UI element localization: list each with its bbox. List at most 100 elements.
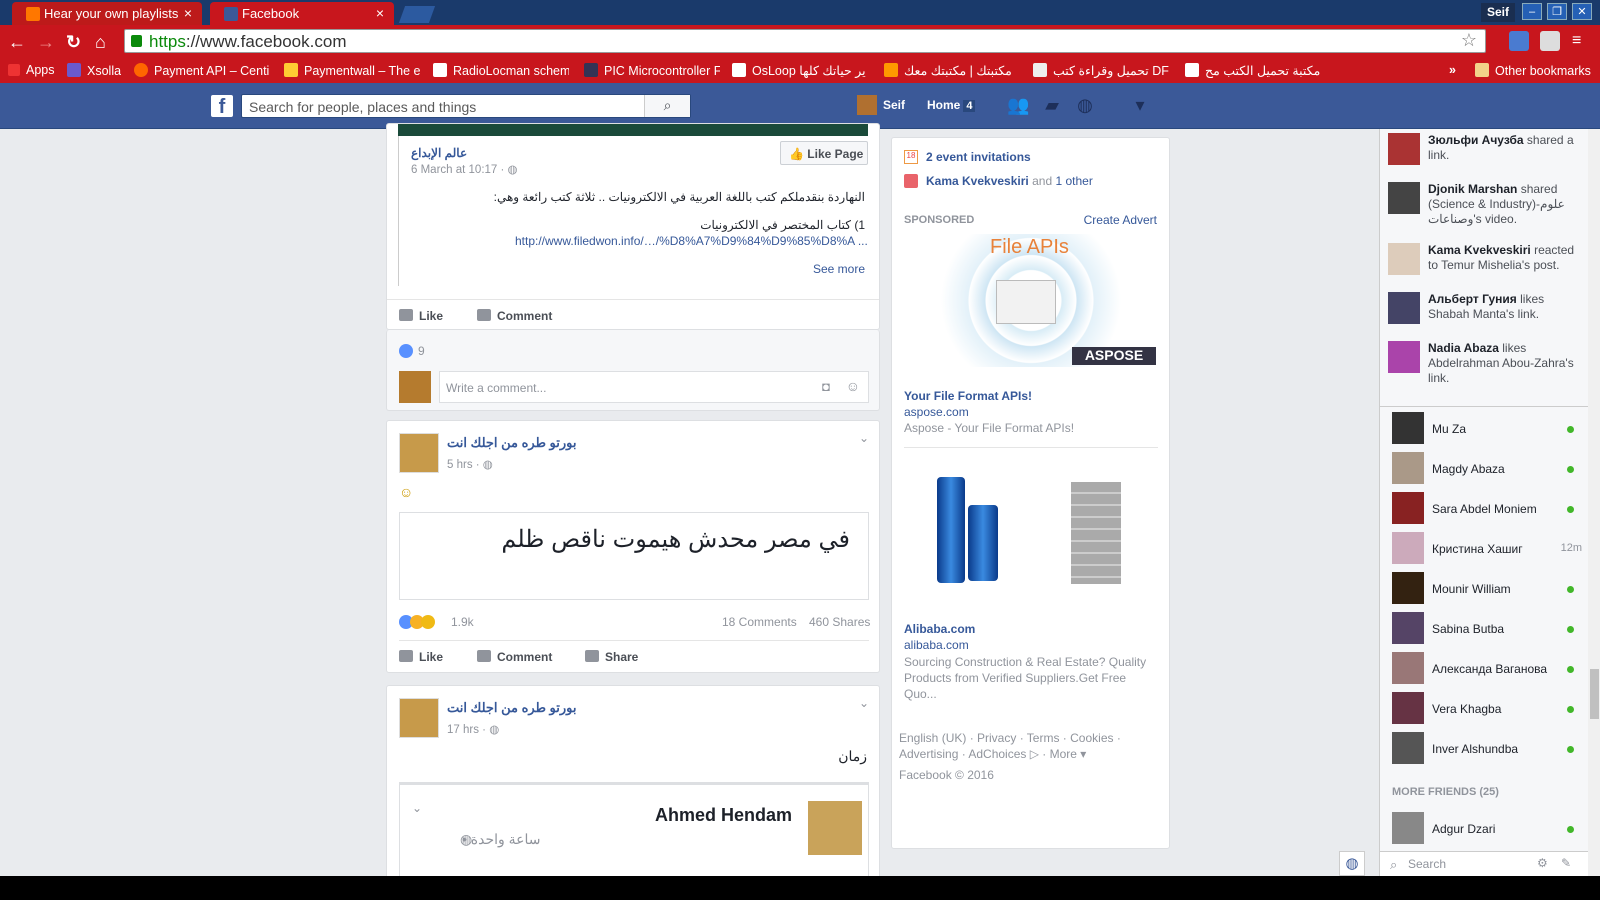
post-time[interactable]: 6 March at 10:17 · ◍: [411, 162, 518, 176]
alibaba-ad-image[interactable]: [904, 460, 1158, 600]
compose-icon[interactable]: ✎: [1561, 856, 1571, 870]
scrollbar-thumb[interactable]: [1590, 669, 1599, 719]
birthday-name-link[interactable]: Kama Kvekveskiri: [926, 174, 1029, 188]
chat-friend[interactable]: Vera Khagba: [1392, 692, 1582, 726]
messages-icon[interactable]: ▰: [1041, 95, 1063, 115]
reload-icon[interactable]: ↻: [66, 32, 81, 53]
chat-friend[interactable]: Mu Za: [1392, 412, 1582, 446]
shares-count-link[interactable]: 460 Shares: [809, 615, 870, 629]
bookmark-star-icon[interactable]: ☆: [1461, 30, 1477, 51]
author-link[interactable]: بورتو طره من اجلك انت: [447, 435, 577, 451]
like-button[interactable]: Like: [399, 309, 443, 323]
comment-input[interactable]: Write a comment... ◘ ☺: [439, 371, 869, 403]
chevron-down-icon[interactable]: ⌄: [859, 431, 869, 445]
camera-icon[interactable]: ◘: [822, 379, 830, 394]
gear-icon[interactable]: ⚙: [1537, 856, 1548, 870]
like-button[interactable]: Like: [399, 650, 443, 664]
ticker-item[interactable]: Kama Kvekveskiri reacted to Temur Mishel…: [1388, 243, 1578, 275]
scrollbar[interactable]: [1588, 129, 1600, 876]
bookmark-payment-api[interactable]: Payment API – Centi: [134, 63, 272, 78]
address-bar[interactable]: https://www.facebook.com ☆: [124, 29, 1486, 53]
aspose-ad-image[interactable]: File APIs ASPOSE: [904, 234, 1158, 367]
cube-extension-icon[interactable]: [1540, 31, 1560, 51]
ad-domain-link[interactable]: alibaba.com: [904, 638, 969, 652]
bookmark-radiolocman[interactable]: RadioLocman schem: [433, 63, 569, 78]
url-text[interactable]: https://www.facebook.com: [149, 32, 346, 52]
chevron-down-icon[interactable]: ⌄: [412, 801, 422, 815]
chat-friend[interactable]: Adgur Dzari: [1392, 812, 1582, 846]
close-tab-icon[interactable]: ×: [184, 5, 192, 21]
home-icon[interactable]: ⌂: [95, 32, 106, 53]
reaction-icons[interactable]: [399, 615, 439, 630]
ticker-item[interactable]: Djonik Marshan shared (Science & Industr…: [1388, 182, 1578, 227]
forward-icon[interactable]: →: [37, 32, 55, 53]
chat-friend[interactable]: Mounir William: [1392, 572, 1582, 606]
bookmark-maktabtak[interactable]: مكتبتك | مكتبتك معك: [884, 63, 1024, 78]
close-window-button[interactable]: ✕: [1572, 3, 1592, 20]
reaction-count[interactable]: 1.9k: [451, 615, 474, 629]
ad-title-link[interactable]: Your File Format APIs!: [904, 389, 1032, 403]
reaction-count[interactable]: 9: [418, 344, 425, 358]
bookmark-pic[interactable]: PIC Microcontroller F: [584, 63, 720, 78]
ad-domain-link[interactable]: aspose.com: [904, 405, 969, 419]
ad-title-link[interactable]: Alibaba.com: [904, 622, 975, 636]
home-link[interactable]: Home 4: [927, 98, 976, 112]
privacy-menu-icon[interactable]: ▾: [1123, 95, 1157, 115]
facebook-logo-icon[interactable]: f: [211, 95, 233, 118]
chevron-down-icon[interactable]: ⌄: [859, 696, 869, 710]
bookmark-apps[interactable]: Apps: [8, 63, 55, 77]
bookmark-paymentwall[interactable]: Paymentwall – The e: [284, 63, 420, 78]
post-time[interactable]: 5 hrs · ◍: [447, 457, 493, 471]
ticker-item[interactable]: Nadia Abaza likes Abdelrahman Abou-Zahra…: [1388, 341, 1578, 386]
chat-friend[interactable]: Александа Ваганова: [1392, 652, 1582, 686]
tab-facebook[interactable]: Facebook ×: [210, 2, 394, 25]
share-button[interactable]: Share: [585, 650, 638, 664]
comment-button[interactable]: Comment: [477, 650, 552, 664]
shared-author-avatar[interactable]: [808, 801, 862, 855]
new-tab-button[interactable]: [398, 6, 436, 23]
notifications-globe-icon[interactable]: ◍: [1074, 95, 1096, 115]
page-avatar[interactable]: [399, 433, 439, 473]
other-bookmarks[interactable]: Other bookmarks: [1475, 63, 1591, 78]
search-icon[interactable]: ⌕: [644, 95, 690, 117]
footer-links[interactable]: English (UK) · Privacy · Terms · Cookies…: [899, 731, 1121, 745]
comments-count-link[interactable]: 18 Comments: [722, 615, 797, 629]
see-more-link[interactable]: See more: [813, 262, 865, 276]
tab-soundcloud[interactable]: Hear your own playlists ×: [12, 2, 202, 25]
shared-author-name[interactable]: Ahmed Hendam: [655, 805, 792, 826]
chat-friend[interactable]: Sara Abdel Moniem: [1392, 492, 1582, 526]
restore-button[interactable]: ❐: [1547, 3, 1567, 20]
ticker-item[interactable]: Альберт Гуния likes Shabah Manta's link.: [1388, 292, 1578, 324]
chat-friend[interactable]: Inver Alshundba: [1392, 732, 1582, 766]
back-icon[interactable]: ←: [8, 32, 26, 53]
other-link[interactable]: 1 other: [1055, 174, 1092, 188]
chat-friend[interactable]: Кристина Хашиг 12m: [1392, 532, 1582, 566]
event-invitations-link[interactable]: 2 event invitations: [926, 150, 1031, 164]
shared-time[interactable]: ساعة واحدة •: [462, 831, 541, 848]
chat-search-input[interactable]: Search: [1408, 857, 1446, 871]
create-advert-link[interactable]: Create Advert: [1084, 213, 1157, 227]
search-input[interactable]: Search for people, places and things ⌕: [241, 94, 691, 118]
page-name-link[interactable]: عالم الإبداع: [411, 146, 467, 160]
chat-friend[interactable]: Sabina Butba: [1392, 612, 1582, 646]
friend-requests-icon[interactable]: 👥: [1007, 95, 1029, 115]
menu-icon[interactable]: ≡: [1572, 32, 1581, 50]
post-time[interactable]: 17 hrs · ◍: [447, 722, 499, 736]
chat-friend[interactable]: Magdy Abaza: [1392, 452, 1582, 486]
post-link[interactable]: http://www.filedwon.info/…/%D8%A7%D9%84%…: [515, 234, 869, 248]
close-tab-icon[interactable]: ×: [376, 5, 384, 21]
more-bookmarks-button[interactable]: »: [1449, 63, 1456, 77]
globe-icon[interactable]: ◍: [1339, 851, 1365, 876]
author-link[interactable]: بورتو طره من اجلك انت: [447, 700, 577, 716]
translate-extension-icon[interactable]: [1509, 31, 1529, 51]
profile-button[interactable]: Seif: [1481, 3, 1515, 22]
ticker-item[interactable]: Зюльфи Ачузба shared a link.: [1388, 133, 1578, 165]
bookmark-pdf-books[interactable]: تحميل وقراءة كتب DF: [1033, 63, 1173, 78]
profile-link[interactable]: Seif: [857, 95, 905, 115]
bookmark-xsolla[interactable]: Xsolla: [67, 63, 121, 78]
bookmark-book-library[interactable]: مكتبة تحميل الكتب مح: [1185, 63, 1325, 78]
footer-links[interactable]: Advertising · AdChoices ▷ · More ▾: [899, 747, 1086, 761]
page-avatar[interactable]: [399, 698, 439, 738]
like-page-button[interactable]: 👍 Like Page: [780, 141, 868, 165]
bookmark-osloop[interactable]: OsLoop ير حياتك كلها: [732, 63, 868, 78]
